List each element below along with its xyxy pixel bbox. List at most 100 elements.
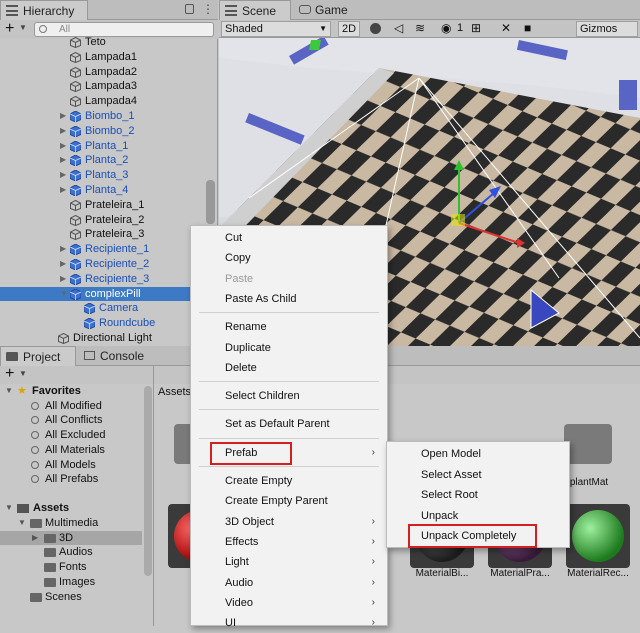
- tab-project[interactable]: Project: [0, 346, 76, 366]
- favorites-item[interactable]: All Materials: [0, 443, 142, 458]
- expand-arrow-icon[interactable]: ▶: [60, 272, 68, 287]
- project-tree-scrollbar[interactable]: [144, 386, 152, 576]
- expand-arrow-icon[interactable]: ▶: [32, 531, 38, 546]
- gizmos-dropdown[interactable]: Gizmos: [576, 21, 638, 37]
- menu-item-paste-as-child[interactable]: Paste As Child: [191, 289, 387, 309]
- search-icon: [39, 25, 47, 33]
- console-icon: [84, 351, 95, 360]
- menu-item-effects[interactable]: Effects ›: [191, 532, 387, 552]
- menu-item-create-empty[interactable]: Create Empty: [191, 471, 387, 491]
- submenu-item-open-model[interactable]: Open Model: [387, 444, 569, 464]
- submenu-item-select-asset[interactable]: Select Asset: [387, 465, 569, 485]
- hierarchy-item[interactable]: ▶ Recipiente_3: [0, 272, 212, 287]
- expand-arrow-icon[interactable]: ▶: [60, 257, 68, 272]
- project-folder-item[interactable]: Audios: [0, 545, 142, 560]
- folder-icon: [44, 533, 56, 543]
- game-icon: [299, 5, 311, 14]
- menu-item-set-as-default-parent[interactable]: Set as Default Parent: [191, 414, 387, 434]
- 2d-toggle[interactable]: 2D: [338, 21, 360, 37]
- hierarchy-item[interactable]: Teto: [0, 35, 212, 50]
- menu-item-video[interactable]: Video ›: [191, 593, 387, 613]
- material-sphere-icon[interactable]: [566, 504, 630, 568]
- project-folder-item[interactable]: ▼ Multimedia: [0, 516, 142, 531]
- project-folder-item[interactable]: Images: [0, 575, 142, 590]
- hierarchy-item[interactable]: ▶ Planta_4: [0, 183, 212, 198]
- expand-arrow-icon[interactable]: ▶: [60, 139, 68, 154]
- shading-dropdown[interactable]: Shaded ▼: [221, 21, 331, 37]
- tools-icon[interactable]: ✕: [501, 21, 511, 35]
- hierarchy-item[interactable]: Lampada1: [0, 50, 212, 65]
- menu-item-3d-object[interactable]: 3D Object ›: [191, 512, 387, 532]
- hierarchy-item[interactable]: Camera: [0, 301, 212, 316]
- expand-arrow-icon[interactable]: ▶: [60, 124, 68, 139]
- hierarchy-item[interactable]: Prateleira_1: [0, 198, 212, 213]
- expand-arrow-icon[interactable]: ▶: [60, 153, 68, 168]
- menu-item-create-empty-parent[interactable]: Create Empty Parent: [191, 491, 387, 511]
- submenu-item-select-root[interactable]: Select Root: [387, 485, 569, 505]
- lighting-icon[interactable]: [370, 23, 381, 34]
- hierarchy-item[interactable]: Directional Light: [0, 331, 212, 346]
- more-menu-icon[interactable]: ⋮: [202, 3, 214, 15]
- submenu-item-unpack[interactable]: Unpack: [387, 506, 569, 526]
- hierarchy-scrollbar[interactable]: [206, 180, 215, 224]
- tab-scene[interactable]: Scene: [219, 0, 291, 20]
- hierarchy-item-label: Biombo_2: [85, 124, 135, 137]
- hierarchy-item[interactable]: Roundcube: [0, 316, 212, 331]
- lock-icon[interactable]: [185, 4, 194, 14]
- camera-icon[interactable]: ■: [524, 21, 531, 35]
- expand-arrow-icon[interactable]: ▶: [60, 242, 68, 257]
- expand-arrow-icon[interactable]: ▶: [60, 109, 68, 124]
- hierarchy-item[interactable]: ▶ Biombo_1: [0, 109, 212, 124]
- favorites-item[interactable]: All Models: [0, 458, 142, 473]
- hierarchy-item[interactable]: ▶ Planta_1: [0, 139, 212, 154]
- menu-item-label: Unpack: [421, 509, 459, 522]
- menu-item-cut[interactable]: Cut: [191, 228, 387, 248]
- collapse-arrow-icon[interactable]: ▼: [18, 516, 26, 531]
- menu-item-delete[interactable]: Delete: [191, 358, 387, 378]
- folder-icon[interactable]: [564, 424, 612, 464]
- favorites-item[interactable]: All Excluded: [0, 428, 142, 443]
- tab-game[interactable]: Game: [293, 0, 353, 20]
- menu-item-ui[interactable]: UI ›: [191, 613, 387, 633]
- project-folder-item[interactable]: ▶ 3D: [0, 530, 142, 546]
- asset-label: MaterialRec...: [567, 568, 629, 579]
- hierarchy-item[interactable]: ▶ Recipiente_2: [0, 257, 212, 272]
- menu-item-rename[interactable]: Rename: [191, 317, 387, 337]
- hierarchy-item[interactable]: ▶ Planta_3: [0, 168, 212, 183]
- hierarchy-item[interactable]: ▶ Biombo_2: [0, 124, 212, 139]
- expand-arrow-icon[interactable]: ▶: [60, 183, 68, 198]
- favorites-item[interactable]: All Modified: [0, 399, 142, 414]
- collapse-arrow-icon[interactable]: ▼: [60, 287, 68, 302]
- menu-item-light[interactable]: Light ›: [191, 552, 387, 572]
- hierarchy-item[interactable]: Lampada4: [0, 94, 212, 109]
- audio-icon[interactable]: ◁: [394, 21, 403, 35]
- favorites-item[interactable]: All Conflicts: [0, 413, 142, 428]
- hierarchy-item[interactable]: Prateleira_3: [0, 227, 212, 242]
- expand-arrow-icon[interactable]: ▶: [60, 168, 68, 183]
- hidden-objects-icon[interactable]: ◉: [441, 21, 451, 35]
- hierarchy-item[interactable]: ▼ complexPill: [0, 286, 212, 302]
- tab-console[interactable]: Console: [78, 346, 148, 366]
- favorites-item[interactable]: All Prefabs: [0, 472, 142, 487]
- dropdown-arrow-icon[interactable]: ▼: [19, 23, 27, 32]
- hierarchy-item[interactable]: Lampada3: [0, 79, 212, 94]
- project-folder-item[interactable]: Scenes: [0, 590, 142, 605]
- breadcrumb[interactable]: Assets: [158, 386, 191, 398]
- hierarchy-item[interactable]: Lampada2: [0, 65, 212, 80]
- project-folder-item[interactable]: Fonts: [0, 560, 142, 575]
- assets-header[interactable]: ▼ Assets: [0, 501, 142, 516]
- hierarchy-item[interactable]: ▶ Planta_2: [0, 153, 212, 168]
- add-button[interactable]: +: [5, 365, 14, 383]
- favorites-header[interactable]: ▼ ★ Favorites: [0, 384, 142, 399]
- hierarchy-item[interactable]: ▶ Recipiente_1: [0, 242, 212, 257]
- tab-hierarchy[interactable]: Hierarchy: [0, 0, 88, 20]
- menu-item-copy[interactable]: Copy: [191, 248, 387, 268]
- menu-item-select-children[interactable]: Select Children: [191, 386, 387, 406]
- menu-item-audio[interactable]: Audio ›: [191, 573, 387, 593]
- hierarchy-item[interactable]: Prateleira_2: [0, 213, 212, 228]
- effects-icon[interactable]: ≋: [415, 21, 425, 35]
- dropdown-arrow-icon[interactable]: ▼: [19, 369, 27, 378]
- gameobject-cube-icon: [70, 214, 81, 226]
- menu-item-duplicate[interactable]: Duplicate: [191, 338, 387, 358]
- grid-icon[interactable]: ⊞: [471, 21, 481, 35]
